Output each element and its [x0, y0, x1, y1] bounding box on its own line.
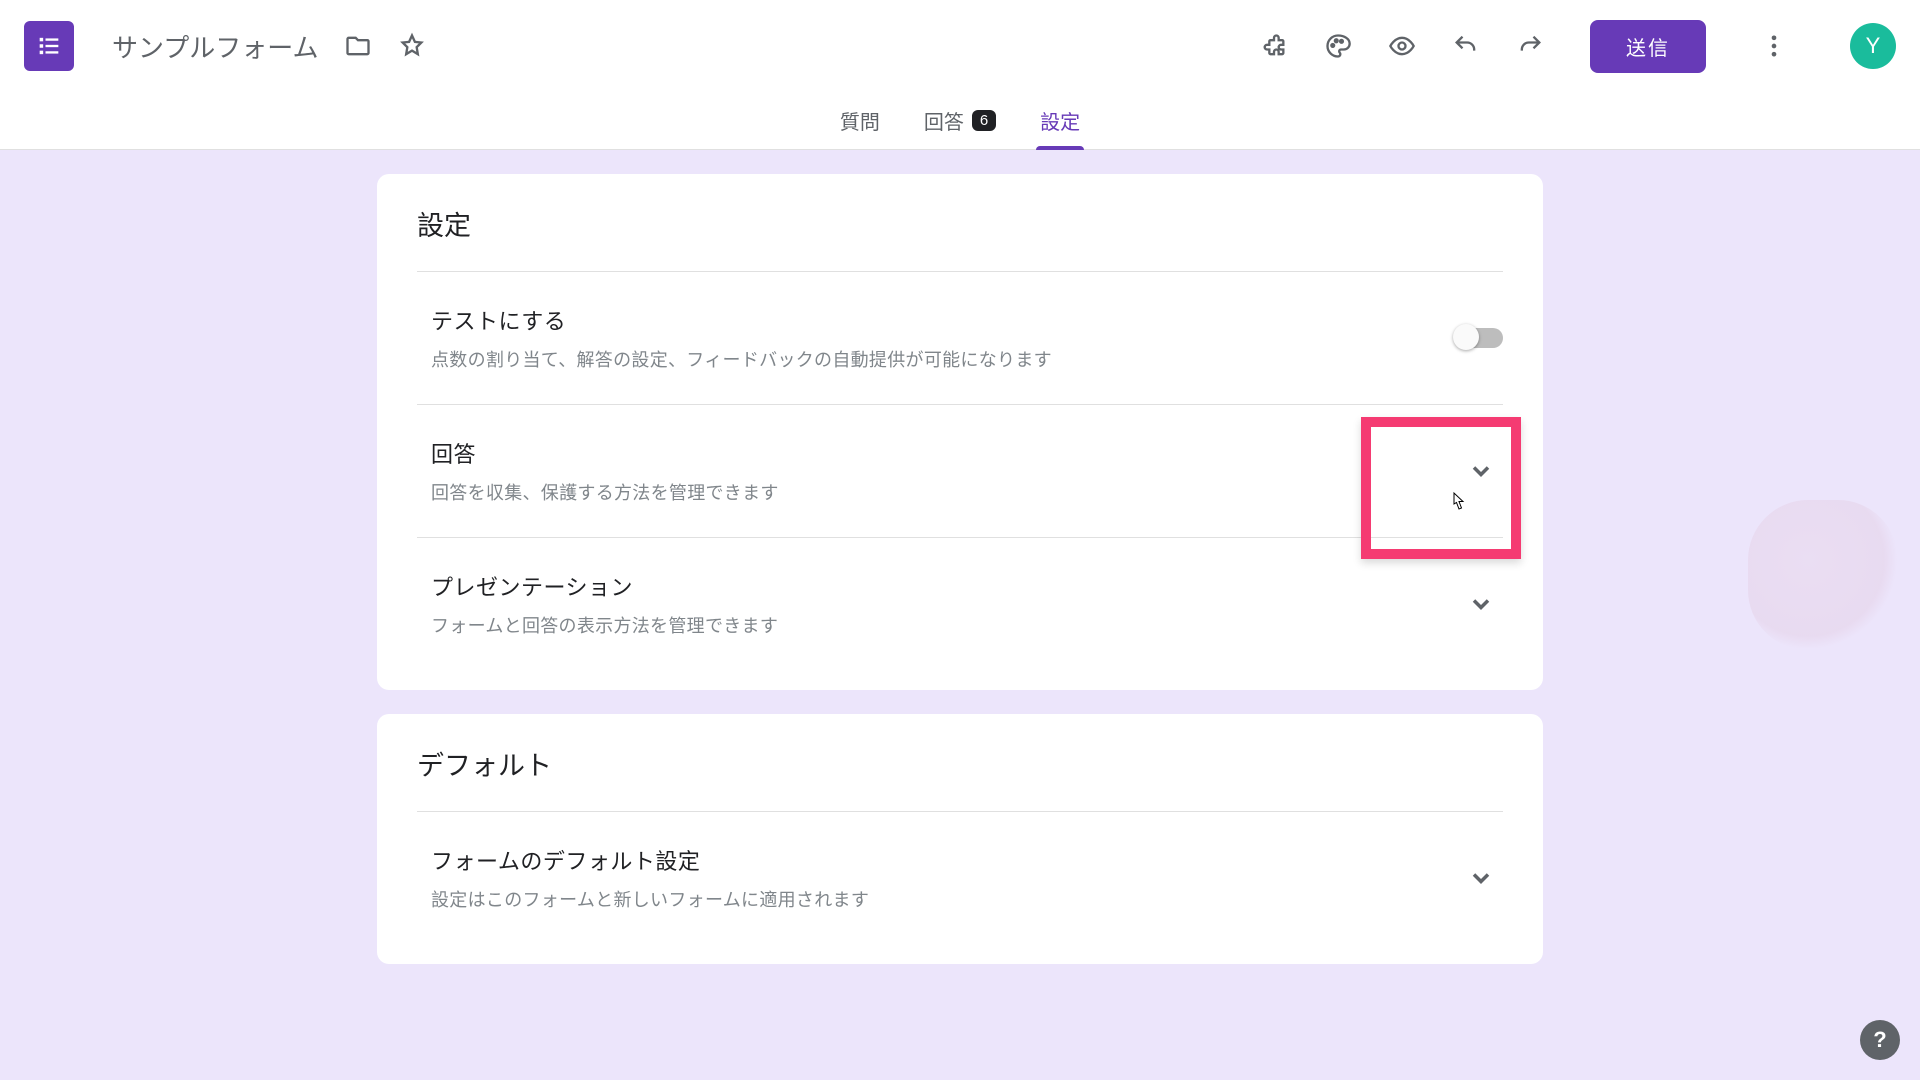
folder-icon: [344, 32, 372, 60]
setting-responses-desc: 回答を収集、保護する方法を管理できます: [431, 479, 1459, 505]
star-icon: [398, 32, 426, 60]
setting-form-defaults: フォームのデフォルト設定 設定はこのフォームと新しいフォームに適用されます: [417, 812, 1503, 944]
settings-canvas: 設定 テストにする 点数の割り当て、解答の設定、フィードバックの自動提供が可能に…: [0, 150, 1920, 1080]
setting-presentation-desc: フォームと回答の表示方法を管理できます: [431, 612, 1459, 638]
setting-make-test-label: テストにする: [431, 304, 1455, 336]
form-defaults-expand-button[interactable]: [1459, 856, 1503, 900]
defaults-card: デフォルト フォームのデフォルト設定 設定はこのフォームと新しいフォームに適用さ…: [377, 714, 1543, 964]
forms-list-icon: [35, 32, 63, 60]
setting-presentation-label: プレゼンテーション: [431, 570, 1459, 602]
help-button[interactable]: ?: [1860, 1020, 1900, 1060]
form-title[interactable]: サンプルフォーム: [112, 28, 318, 65]
star-button[interactable]: [396, 30, 428, 62]
settings-card: 設定 テストにする 点数の割り当て、解答の設定、フィードバックの自動提供が可能に…: [377, 174, 1543, 690]
presentation-expand-button[interactable]: [1459, 582, 1503, 626]
setting-make-test: テストにする 点数の割り当て、解答の設定、フィードバックの自動提供が可能になりま…: [417, 272, 1503, 405]
account-avatar[interactable]: Y: [1850, 23, 1896, 69]
tab-responses-label: 回答: [924, 106, 964, 135]
decorative-sticker: [1748, 500, 1898, 650]
forms-app-logo[interactable]: [24, 21, 74, 71]
eye-icon: [1388, 32, 1416, 60]
make-test-toggle[interactable]: [1455, 328, 1503, 348]
redo-icon: [1516, 32, 1544, 60]
puzzle-icon: [1260, 32, 1288, 60]
send-button[interactable]: 送信: [1590, 20, 1706, 73]
tab-settings[interactable]: 設定: [1040, 92, 1080, 149]
setting-responses: 回答 回答を収集、保護する方法を管理できます: [417, 405, 1503, 538]
setting-presentation: プレゼンテーション フォームと回答の表示方法を管理できます: [417, 538, 1503, 670]
app-header: サンプルフォーム 送信 Y: [0, 0, 1920, 92]
palette-icon: [1324, 32, 1352, 60]
setting-form-defaults-desc: 設定はこのフォームと新しいフォームに適用されます: [431, 886, 1459, 912]
setting-make-test-desc: 点数の割り当て、解答の設定、フィードバックの自動提供が可能になります: [431, 346, 1455, 372]
settings-card-title: 設定: [417, 204, 1503, 272]
responses-expand-button[interactable]: [1459, 449, 1503, 493]
chevron-down-icon: [1467, 457, 1495, 485]
redo-button[interactable]: [1514, 30, 1546, 62]
theme-button[interactable]: [1322, 30, 1354, 62]
preview-button[interactable]: [1386, 30, 1418, 62]
more-menu-button[interactable]: [1758, 30, 1790, 62]
setting-form-defaults-label: フォームのデフォルト設定: [431, 844, 1459, 876]
tab-responses[interactable]: 回答 6: [924, 92, 996, 149]
chevron-down-icon: [1467, 864, 1495, 892]
responses-count-badge: 6: [972, 110, 996, 131]
move-to-folder-button[interactable]: [342, 30, 374, 62]
more-vertical-icon: [1760, 32, 1788, 60]
chevron-down-icon: [1467, 590, 1495, 618]
undo-icon: [1452, 32, 1480, 60]
undo-button[interactable]: [1450, 30, 1482, 62]
setting-responses-label: 回答: [431, 437, 1459, 469]
tab-questions[interactable]: 質問: [840, 92, 880, 149]
form-tabs: 質問 回答 6 設定: [0, 92, 1920, 150]
addons-button[interactable]: [1258, 30, 1290, 62]
defaults-card-title: デフォルト: [417, 744, 1503, 812]
